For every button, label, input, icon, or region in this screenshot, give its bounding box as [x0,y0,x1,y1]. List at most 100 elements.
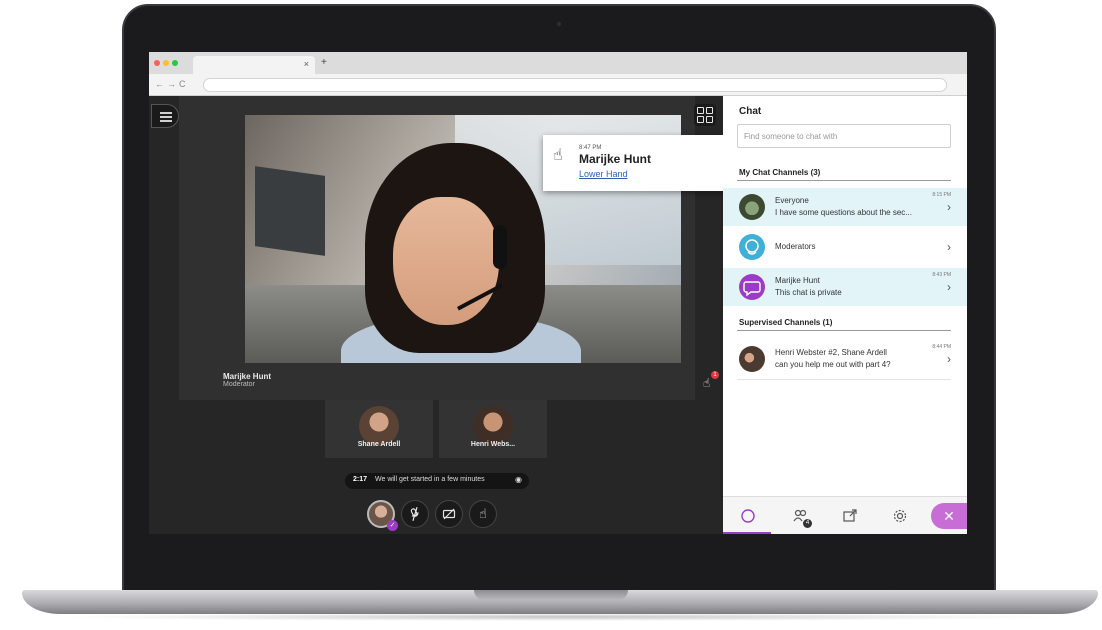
participant-name: Henri Webs... [470,441,516,448]
lower-hand-link[interactable]: Lower Hand [579,169,628,179]
presenter-role: Moderator [223,381,255,388]
attendee-count-badge: 4 [803,519,812,528]
eye-icon[interactable]: ◉ [515,475,522,484]
my-chat-channels-heading: My Chat Channels (3) [739,168,821,177]
channel-everyone[interactable]: Everyone I have some questions about the… [723,188,967,226]
chat-search-input[interactable] [737,124,951,148]
raise-hand-button[interactable]: ☝ [469,500,497,528]
participant-tile[interactable]: Henri Webs... [439,400,547,458]
forward-icon[interactable]: → [167,79,176,89]
grid-view-button[interactable] [694,104,716,126]
chat-icon [741,509,755,523]
channel-time: 8:15 PM [932,192,951,198]
moderators-icon [739,234,765,260]
channel-supervised[interactable]: Henri Webster #2, Shane Ardell can you h… [723,340,967,378]
hand-icon: ☝ [553,147,563,164]
laptop-shadow [60,613,1060,621]
channel-time: 8:43 PM [932,272,951,278]
camera-off-icon [442,508,456,520]
new-tab-button[interactable]: + [321,57,327,68]
my-status-button[interactable]: ✓ [367,500,398,531]
private-chat-icon [739,274,765,300]
chat-tab[interactable] [737,505,759,527]
grid-cell-icon [697,116,704,123]
chevron-right-icon: › [947,240,951,254]
laptop-notch [474,590,628,600]
reload-icon[interactable]: C [179,79,186,89]
address-bar-row: ← → C [149,74,967,96]
grid-cell-icon [697,107,704,114]
active-tab-indicator [723,532,771,534]
section-divider [737,180,951,181]
url-field[interactable] [203,78,947,92]
list-divider [737,379,951,380]
channel-preview: I have some questions about the sec... [775,208,912,217]
headset [493,225,507,269]
channel-preview: can you help me out with part 4? [775,360,891,369]
notification-name: Marijke Hunt [579,152,652,166]
menu-line [160,112,172,114]
media-controls: ✓ ☝ [367,495,507,533]
chevron-right-icon: › [947,280,951,294]
chat-bubble-icon [743,281,761,297]
participants-photo-icon [739,346,765,372]
stage: × + ← → C Marijke Hunt Moderator ☝ 1 ☝ 8… [0,0,1102,630]
channel-time: 8:44 PM [932,344,951,350]
session-status-pill: 2:17 We will get started in a few minute… [345,473,529,489]
channel-preview: This chat is private [775,288,842,297]
channel-name: Everyone [775,196,809,205]
share-icon [843,509,857,522]
close-panel-button[interactable]: ✕ [931,503,967,529]
channel-private[interactable]: Marijke Hunt This chat is private 8:43 P… [723,268,967,306]
share-content-tab[interactable] [839,505,861,527]
mic-off-icon [410,507,419,521]
back-icon[interactable]: ← [155,79,164,89]
chat-panel: Chat My Chat Channels (3) Everyone I hav… [723,96,967,534]
raise-hand-notification: ☝ 8:47 PM Marijke Hunt Lower Hand × [543,135,743,191]
group-photo-icon [739,194,765,220]
close-icon: ✕ [943,508,955,524]
gear-icon [893,509,907,523]
moderators-glyph-icon [745,239,759,255]
chevron-right-icon: › [947,352,951,366]
channel-name: Moderators [775,242,816,251]
browser-tab-bar: × + [149,52,967,74]
menu-line [160,116,172,118]
webcam [557,22,561,26]
laptop-screen: × + ← → C Marijke Hunt Moderator ☝ 1 ☝ 8… [149,52,967,534]
supervised-channels-heading: Supervised Channels (1) [739,318,833,327]
raised-hand-icon[interactable]: ☝ [703,376,710,390]
participant-tile[interactable]: Shane Ardell [325,400,433,458]
browser-tab[interactable]: × [193,56,315,74]
session-menu-button[interactable] [151,104,179,128]
raised-hand-count: 1 [711,371,719,379]
channel-name: Marijke Hunt [775,276,820,285]
presenter-face [393,197,499,325]
channel-name: Henri Webster #2, Shane Ardell [775,348,887,357]
section-divider [737,330,951,331]
grid-cell-icon [706,107,713,114]
channel-moderators[interactable]: Moderators › [723,228,967,266]
camera-toggle[interactable] [435,500,463,528]
maximize-window-button[interactable] [172,60,178,66]
close-window-button[interactable] [154,60,160,66]
status-message: We will get started in a few minutes [375,476,485,483]
participant-name: Shane Ardell [357,441,401,448]
microphone-toggle[interactable] [396,495,434,533]
menu-line [160,120,172,122]
panel-toolbar: 4 ✕ [723,496,967,534]
notification-time: 8:47 PM [579,145,602,151]
status-badge: ✓ [387,520,398,531]
tab-close-icon[interactable]: × [304,59,309,69]
grid-cell-icon [706,116,713,123]
session-timer: 2:17 [353,476,368,483]
video-stage: Marijke Hunt Moderator ☝ 1 ☝ 8:47 PM Mar… [179,96,743,400]
avatar [473,406,513,446]
chevron-right-icon: › [947,200,951,214]
raise-hand-icon: ☝ [479,506,487,521]
avatar [359,406,399,446]
chat-title: Chat [739,106,762,117]
settings-tab[interactable] [889,505,911,527]
minimize-window-button[interactable] [163,60,169,66]
presenter-name-tag: Marijke Hunt Moderator [223,372,271,388]
